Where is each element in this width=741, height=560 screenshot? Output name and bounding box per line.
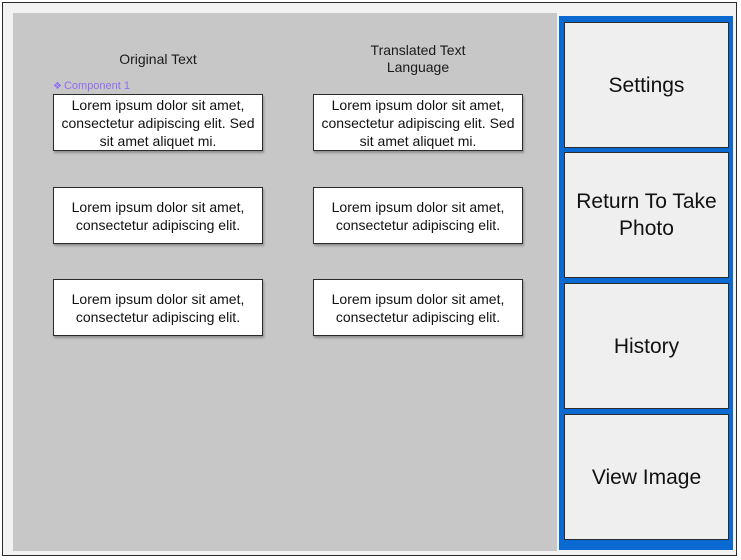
translated-text-box-3: Lorem ipsum dolor sit amet, consectetur … — [313, 279, 523, 336]
original-text-box-2: Lorem ipsum dolor sit amet, consectetur … — [53, 187, 263, 244]
original-text-box-1: Lorem ipsum dolor sit amet, consectetur … — [53, 94, 263, 151]
component-diamond-icon: ❖ — [53, 81, 62, 92]
original-text-box-3: Lorem ipsum dolor sit amet, consectetur … — [53, 279, 263, 336]
translated-text-header: Translated Text Language — [318, 42, 518, 76]
sidebar-panel: Settings Return To Take Photo History Vi… — [559, 16, 733, 550]
component-label: ❖ Component 1 — [53, 79, 130, 94]
translated-language-header: Language — [386, 59, 450, 75]
history-button[interactable]: History — [564, 283, 729, 409]
translated-text-header-line1: Translated Text — [370, 42, 466, 58]
original-text-header: Original Text — [119, 51, 197, 67]
settings-button[interactable]: Settings — [564, 22, 729, 148]
translation-canvas: Original Text Translated Text Language ❖… — [13, 13, 557, 551]
view-image-button[interactable]: View Image — [564, 414, 729, 540]
return-to-take-photo-button[interactable]: Return To Take Photo — [564, 152, 729, 278]
app-window: Original Text Translated Text Language ❖… — [2, 2, 737, 556]
translated-text-box-1: Lorem ipsum dolor sit amet, consectetur … — [313, 94, 523, 151]
translated-text-box-2: Lorem ipsum dolor sit amet, consectetur … — [313, 187, 523, 244]
component-label-text: Component 1 — [63, 80, 131, 92]
